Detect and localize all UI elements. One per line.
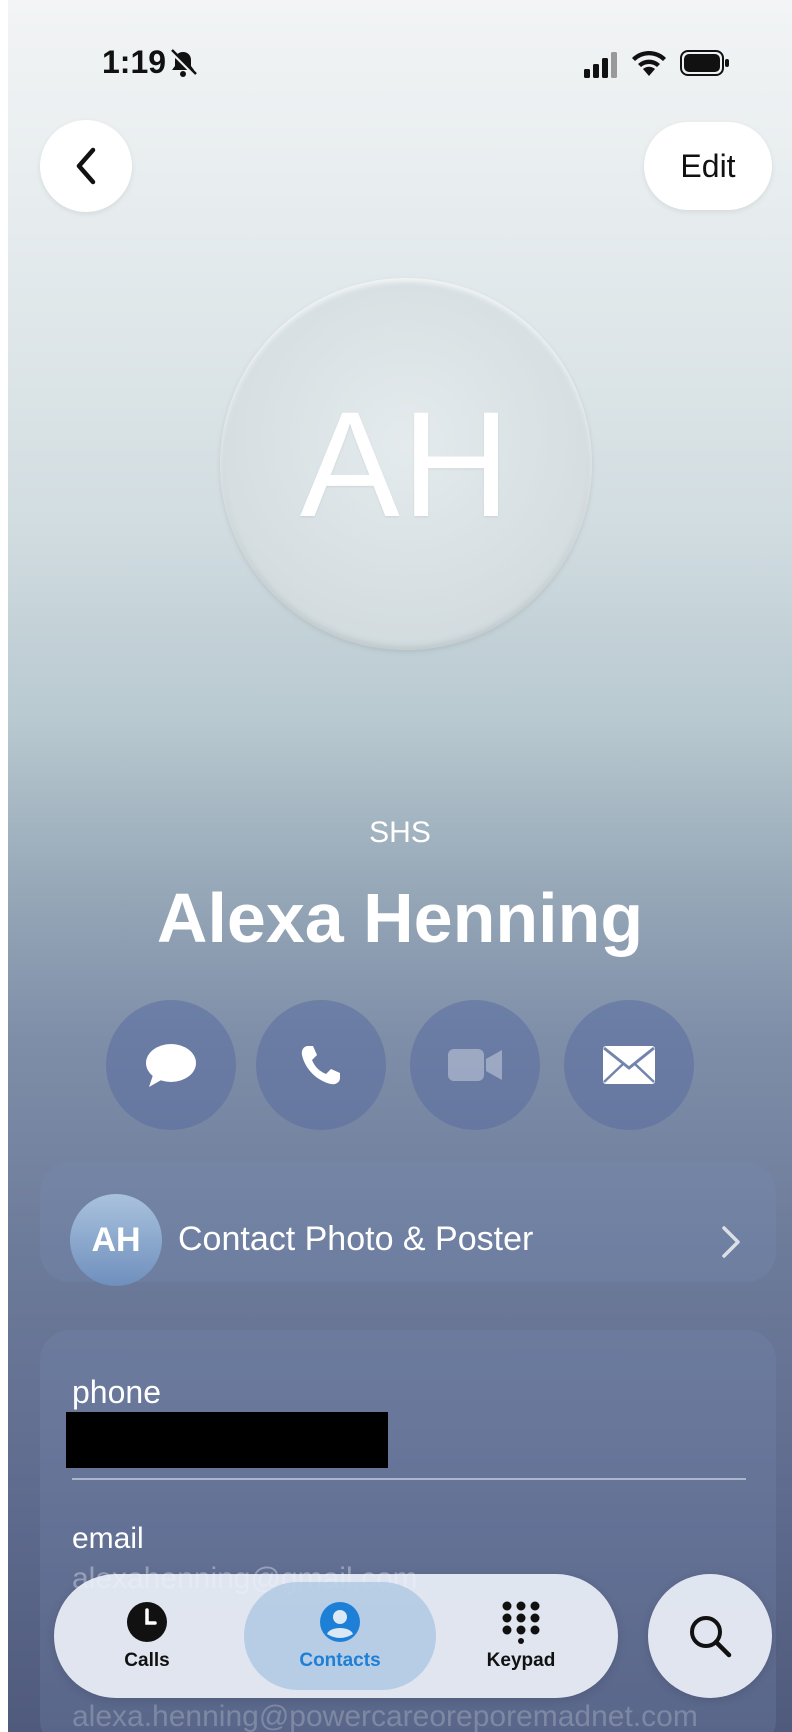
contact-detail-screen: 1:19 Edit AH SHS Alexa Henning AH Contac…: [8, 0, 792, 1732]
search-icon: [690, 1616, 732, 1658]
clock-icon: [127, 1602, 167, 1642]
small-avatar: AH: [70, 1194, 162, 1286]
contact-photo-poster-label: Contact Photo & Poster: [178, 1220, 534, 1258]
tab-calls-label: Calls: [124, 1650, 170, 1671]
phone-label: phone: [72, 1374, 161, 1410]
status-time: 1:19: [102, 44, 167, 80]
edit-button[interactable]: Edit: [644, 122, 772, 210]
tab-calls[interactable]: Calls: [72, 1574, 222, 1698]
contact-name: Alexa Henning: [156, 879, 644, 957]
keypad-grid-icon: [502, 1601, 540, 1644]
phone-icon: [301, 1046, 340, 1085]
search-button[interactable]: [648, 1574, 772, 1698]
bell-slash-icon: [169, 49, 197, 77]
video-call-button[interactable]: [410, 1000, 540, 1130]
video-camera-icon: [448, 1049, 502, 1081]
person-circle-icon: [320, 1602, 360, 1642]
chevron-left-icon: [76, 147, 96, 185]
divider: [72, 1478, 746, 1480]
call-button[interactable]: [256, 1000, 386, 1130]
tab-contacts[interactable]: Contacts: [244, 1582, 436, 1690]
tab-keypad[interactable]: Keypad: [446, 1574, 596, 1698]
email-value-secondary[interactable]: alexa.henning@powercareoreporemadnet.com: [72, 1700, 698, 1732]
tab-bar: Calls Contacts Keypad: [54, 1574, 618, 1698]
message-bubble-icon: [146, 1044, 196, 1087]
back-button[interactable]: [40, 120, 132, 212]
avatar-initials: AH: [299, 379, 513, 548]
battery-icon: [680, 50, 729, 76]
tab-contacts-label: Contacts: [299, 1650, 381, 1671]
mail-button[interactable]: [564, 1000, 694, 1130]
phone-number-redacted[interactable]: [66, 1412, 388, 1468]
contact-avatar[interactable]: AH: [220, 278, 592, 650]
tab-keypad-label: Keypad: [486, 1650, 556, 1671]
email-label: email: [72, 1522, 144, 1555]
envelope-icon: [603, 1046, 655, 1084]
wifi-icon: [632, 50, 666, 76]
chevron-right-icon: [722, 1226, 740, 1258]
message-button[interactable]: [106, 1000, 236, 1130]
organization-label: SHS: [369, 816, 431, 849]
cellular-signal-icon: [584, 52, 617, 78]
